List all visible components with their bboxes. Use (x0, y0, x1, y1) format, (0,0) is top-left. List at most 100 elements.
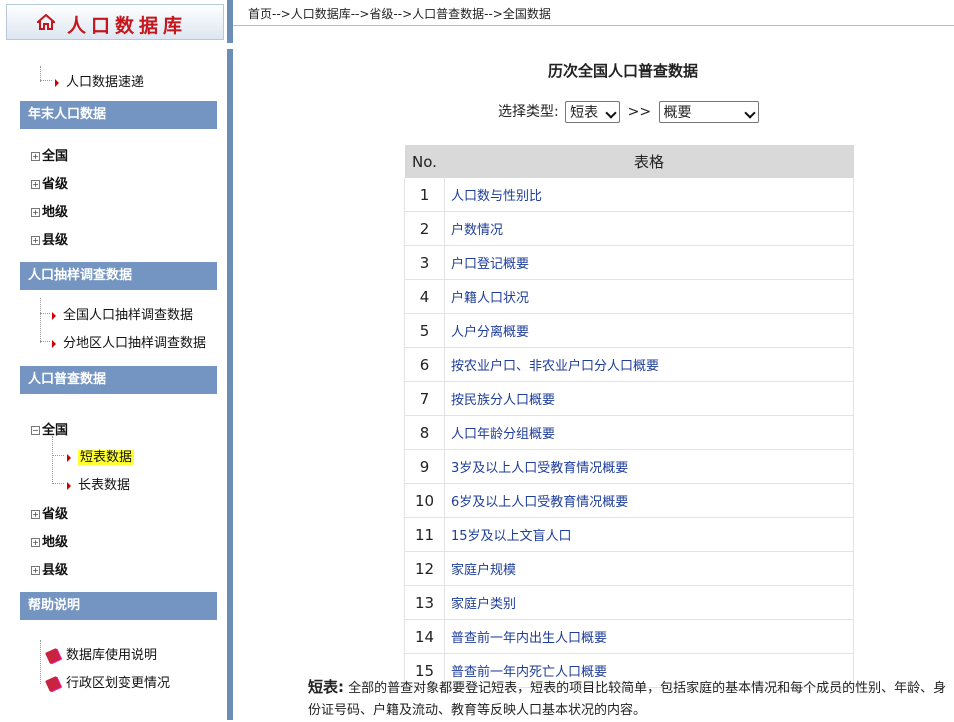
table-link[interactable]: 户数情况 (444, 211, 854, 246)
tree-item-label: 县级 (42, 563, 69, 578)
chevron-down-icon (605, 107, 617, 119)
sidebar-item-admin-changes[interactable]: 行政区划变更情况 (45, 672, 171, 692)
table-row: 8 人口年龄分组概要 (404, 415, 854, 450)
table-row: 1 人口数与性别比 (404, 178, 854, 212)
expand-icon[interactable]: + (31, 566, 40, 575)
sidebar-item-long-form[interactable]: 长表数据 (67, 474, 130, 493)
sidebar-item-label: 分地区人口抽样调查数据 (63, 336, 207, 351)
table-link[interactable]: 6岁及以上人口受教育情况概要 (444, 483, 854, 518)
table-link[interactable]: 人口数与性别比 (444, 178, 854, 212)
row-number: 10 (404, 483, 445, 518)
census-table: No. 表格 1 人口数与性别比 2 户数情况 3 户口登记概要 4 户籍人口状况 5 人户分离概… (404, 145, 854, 688)
sidebar-item-label: 行政区划变更情况 (66, 676, 171, 691)
sidebar-item-national-sample[interactable]: 全国人口抽样调查数据 (52, 304, 193, 323)
row-number: 14 (404, 619, 445, 654)
row-number: 4 (404, 279, 445, 314)
row-number: 1 (404, 178, 445, 212)
tree-item-census-national[interactable]: − 全国 (31, 419, 68, 438)
table-link[interactable]: 家庭户规模 (444, 551, 854, 586)
expand-icon[interactable]: + (31, 180, 40, 189)
row-number: 13 (404, 585, 445, 620)
row-number: 6 (404, 347, 445, 382)
tree-item-province[interactable]: + 省级 (31, 173, 68, 192)
tree-item-label: 地级 (42, 205, 69, 220)
table-link[interactable]: 15岁及以上文盲人口 (444, 517, 854, 552)
logo-title: 人口数据库 (67, 15, 188, 37)
table-link[interactable]: 按民族分人口概要 (444, 381, 854, 416)
table-link[interactable]: 3岁及以上人口受教育情况概要 (444, 449, 854, 484)
tree-item-county[interactable]: + 县级 (31, 229, 68, 248)
table-row: 3 户口登记概要 (404, 245, 854, 280)
row-number: 7 (404, 381, 445, 416)
column-header-table: 表格 (444, 145, 854, 178)
table-link[interactable]: 普查前一年内出生人口概要 (444, 619, 854, 654)
table-link[interactable]: 家庭户类别 (444, 585, 854, 620)
tree-item-census-county[interactable]: + 县级 (31, 559, 68, 578)
table-link[interactable]: 按农业户口、非农业户口分人口概要 (444, 347, 854, 382)
sidebar-item-short-form[interactable]: 短表数据 (67, 446, 135, 465)
table-row: 5 人户分离概要 (404, 313, 854, 348)
section-header-sample-survey: 人口抽样调查数据 (20, 262, 217, 290)
sidebar-item-regional-sample[interactable]: 分地区人口抽样调查数据 (52, 332, 206, 351)
row-number: 12 (404, 551, 445, 586)
sidebar-item-label: 数据库使用说明 (66, 648, 158, 663)
sidebar-item-label: 人口数据速递 (66, 75, 145, 90)
table-row: 4 户籍人口状况 (404, 279, 854, 314)
logo[interactable]: 人口数据库 (6, 4, 224, 40)
breadcrumb[interactable]: 首页-->人口数据库-->省级-->人口普查数据-->全国数据 (248, 5, 551, 22)
table-link[interactable]: 人户分离概要 (444, 313, 854, 348)
row-number: 5 (404, 313, 445, 348)
tree-item-label: 全国 (42, 423, 69, 438)
sidebar-item-db-manual[interactable]: 数据库使用说明 (45, 644, 158, 664)
expand-icon[interactable]: + (31, 538, 40, 547)
tree-item-census-prefecture[interactable]: + 地级 (31, 531, 68, 550)
table-row: 7 按民族分人口概要 (404, 381, 854, 416)
expand-icon[interactable]: + (31, 236, 40, 245)
breadcrumb-divider (233, 25, 954, 26)
section-header-census: 人口普查数据 (20, 366, 217, 394)
table-row: 13 家庭户类别 (404, 585, 854, 620)
collapse-icon[interactable]: − (31, 426, 40, 435)
type-select-value: 短表 (570, 105, 599, 121)
table-link[interactable]: 户籍人口状况 (444, 279, 854, 314)
expand-icon[interactable]: + (31, 208, 40, 217)
row-number: 9 (404, 449, 445, 484)
subtype-select-value: 概要 (663, 105, 692, 121)
page-title: 历次全国人口普查数据 (548, 62, 699, 80)
table-row: 10 6岁及以上人口受教育情况概要 (404, 483, 854, 518)
sidebar-item-label: 短表数据 (78, 450, 135, 465)
sidebar-item-label: 全国人口抽样调查数据 (63, 308, 194, 323)
chevron-down-icon (743, 107, 756, 119)
footnote-text: 全部的普查对象都要登记短表，短表的项目比较简单，包括家庭的基本情况和每个成员的性… (308, 681, 947, 718)
tree-item-census-province[interactable]: + 省级 (31, 503, 68, 522)
arrow-icon (67, 481, 71, 490)
tree-item-label: 地级 (42, 535, 69, 550)
type-select[interactable]: 短表 (565, 101, 621, 123)
expand-icon[interactable]: + (31, 510, 40, 519)
table-row: 12 家庭户规模 (404, 551, 854, 586)
tree-item-prefecture[interactable]: + 地级 (31, 201, 68, 220)
table-row: 14 普查前一年内出生人口概要 (404, 619, 854, 654)
table-row: 2 户数情况 (404, 211, 854, 246)
book-icon (45, 647, 61, 664)
footnote-term: 短表: (308, 678, 344, 696)
arrow-icon (55, 78, 59, 87)
home-icon (37, 14, 55, 30)
expand-icon[interactable]: + (31, 152, 40, 161)
table-link[interactable]: 人口年龄分组概要 (444, 415, 854, 450)
tree-item-label: 县级 (42, 233, 69, 248)
row-number: 8 (404, 415, 445, 450)
selector-separator: >> (627, 104, 652, 120)
tree-item-label: 全国 (42, 149, 69, 164)
tree-item-national[interactable]: + 全国 (31, 145, 68, 164)
sidebar-item-quick-link[interactable]: 人口数据速递 (55, 71, 144, 90)
table-header-row: No. 表格 (404, 145, 854, 178)
arrow-icon (52, 339, 56, 348)
table-link[interactable]: 户口登记概要 (444, 245, 854, 280)
sidebar: 人口数据库 人口数据速递 年末人口数据 + 全国 + 省级 + 地级 + 县级 人口抽样… (0, 0, 227, 720)
type-label: 选择类型: (498, 104, 559, 120)
subtype-select[interactable]: 概要 (658, 101, 759, 123)
footnote: 短表: 全部的普查对象都要登记短表，短表的项目比较简单，包括家庭的基本情况和每个… (308, 676, 948, 722)
table-row: 9 3岁及以上人口受教育情况概要 (404, 449, 854, 484)
row-number: 3 (404, 245, 445, 280)
